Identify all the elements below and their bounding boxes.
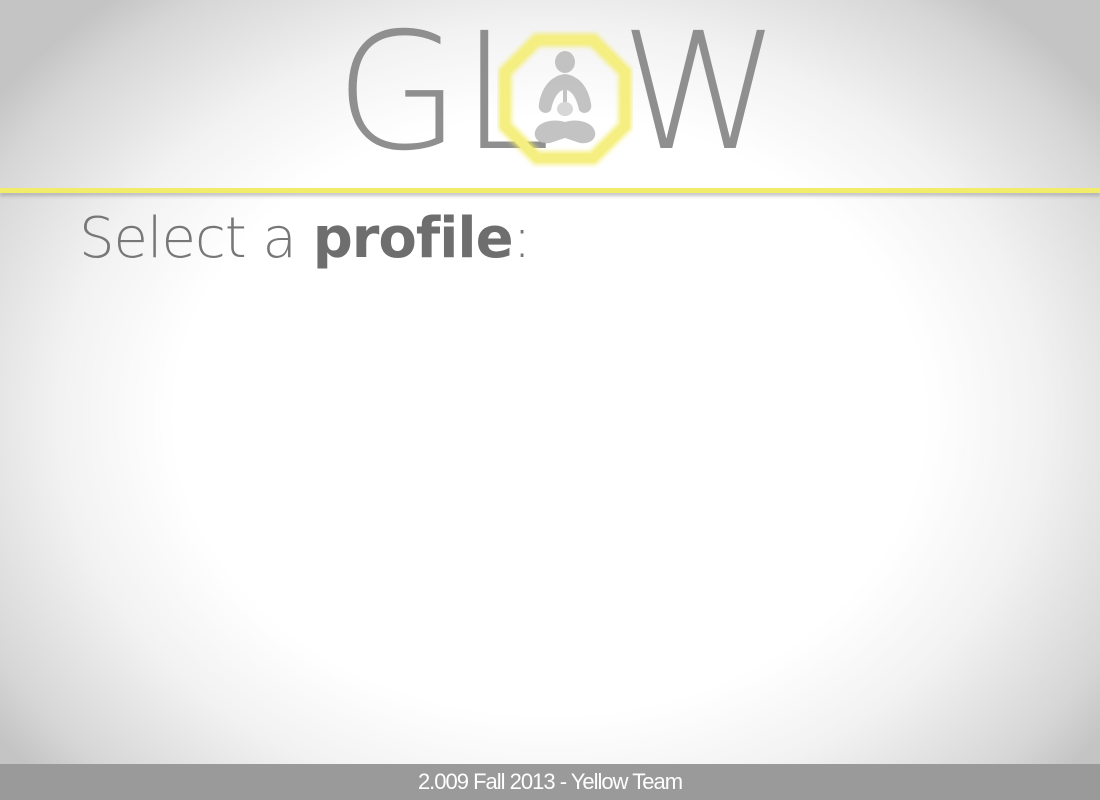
prompt-regular: Select a [79, 206, 313, 271]
header-divider [0, 188, 1100, 193]
profile-selection: Select a profile: [0, 200, 1100, 760]
page-title: Select a profile: [79, 206, 532, 271]
footer-text: 2.009 Fall 2013 - Yellow Team [417, 769, 683, 794]
app-window: GL W Select a profile: 2.009 Fall 2013 -… [0, 0, 1100, 800]
glow-logo: GL W [335, 12, 780, 178]
prompt-bold: profile [312, 206, 514, 271]
profile-list [80, 310, 1020, 730]
header: GL W [0, 0, 1100, 193]
logo-text-w: W [620, 0, 781, 187]
footer: 2.009 Fall 2013 - Yellow Team [0, 764, 1100, 800]
yoga-lotus-icon [498, 33, 632, 165]
prompt-suffix: : [512, 206, 532, 271]
